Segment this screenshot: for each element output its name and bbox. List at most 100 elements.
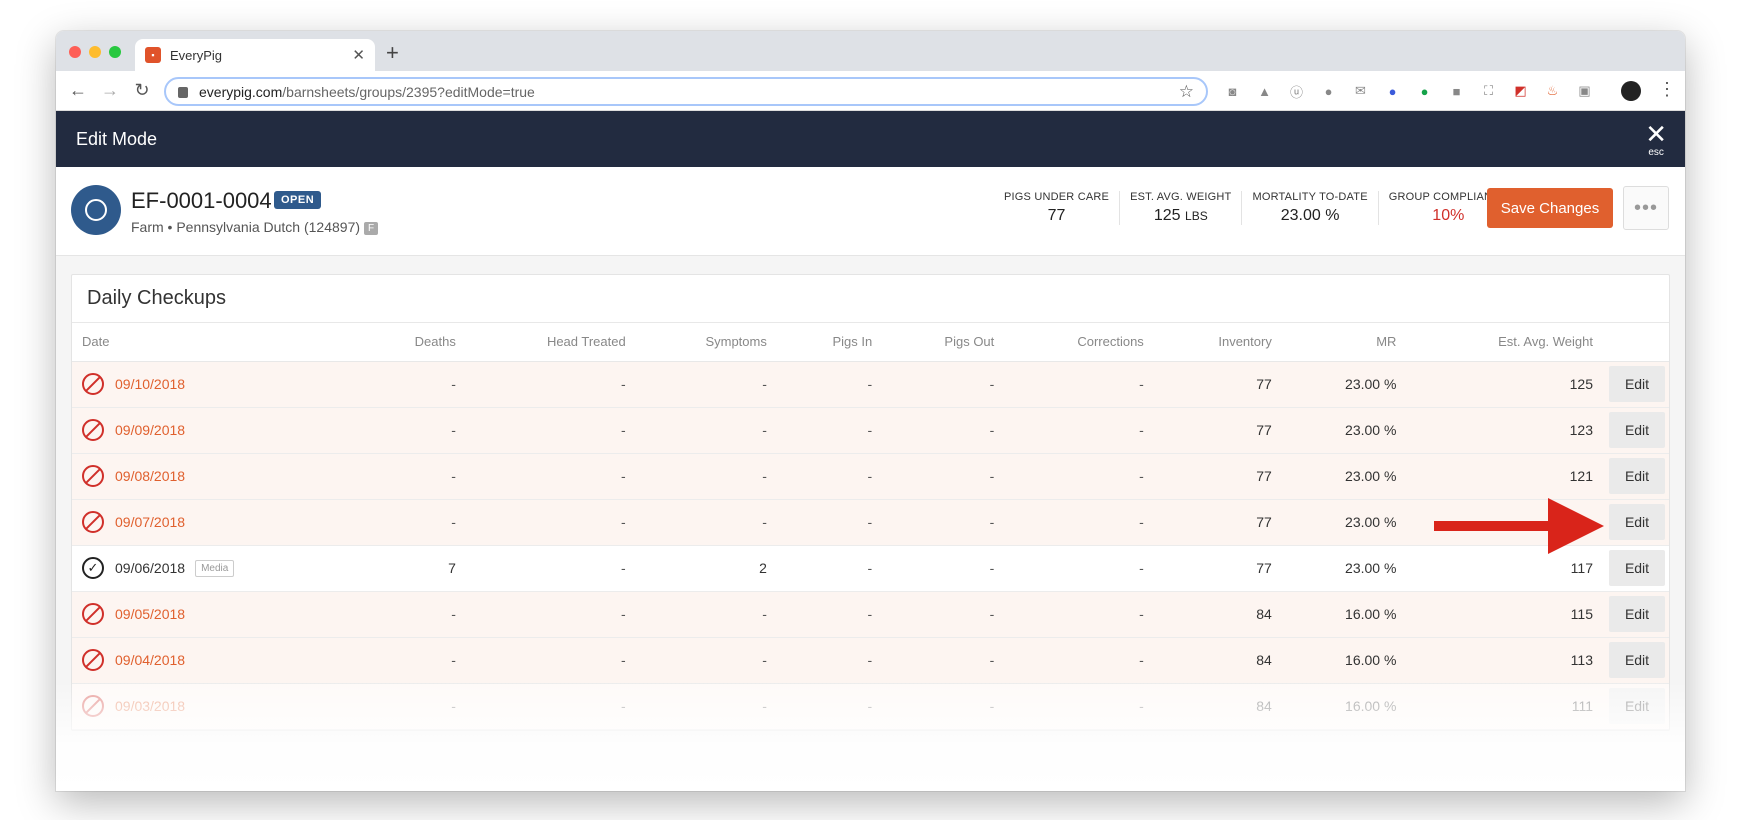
forward-arrow-icon[interactable]: → xyxy=(94,80,126,101)
window-controls xyxy=(69,46,121,58)
checkup-date-link[interactable]: 09/10/2018 xyxy=(115,376,185,392)
cell-date: 09/05/2018 xyxy=(72,591,361,638)
cell-corrections: - xyxy=(1006,361,1156,408)
cell-symptoms: - xyxy=(637,499,779,546)
stat-value: 125 LBS xyxy=(1153,207,1208,224)
cell-inventory: 77 xyxy=(1155,499,1284,546)
column-header-head-treated: Head Treated xyxy=(467,323,638,362)
minimize-window-button[interactable] xyxy=(89,46,101,58)
cell-inventory: 84 xyxy=(1155,637,1284,684)
cell-weight: 115 xyxy=(1408,591,1605,638)
edit-checkup-button[interactable]: Edit xyxy=(1609,550,1665,586)
cell-deaths: - xyxy=(360,591,468,638)
edit-checkup-button[interactable]: Edit xyxy=(1609,458,1665,494)
cell-symptoms: - xyxy=(637,407,779,454)
checkup-date-link[interactable]: 09/08/2018 xyxy=(115,468,185,484)
checkup-date-link[interactable]: 09/04/2018 xyxy=(115,652,185,668)
cell-mr: 23.00 % xyxy=(1283,407,1409,454)
cell-mr: 16.00 % xyxy=(1283,683,1409,730)
daily-checkups-panel: Daily Checkups Date Deaths Head Treated Sym… xyxy=(71,274,1670,731)
cell-deaths: 7 xyxy=(360,545,468,592)
pdf-extension-icon[interactable]: ◩ xyxy=(1510,82,1531,100)
cell-weight: 123 xyxy=(1408,407,1605,454)
exit-edit-mode-button[interactable]: ✕ esc xyxy=(1645,121,1667,158)
checkup-complete-icon: ✓ xyxy=(82,557,104,579)
mail-extension-icon[interactable]: ✉ xyxy=(1350,82,1371,100)
tab-close-icon[interactable]: ✕ xyxy=(352,46,365,64)
address-bar[interactable]: everypig.com /barnsheets/groups/2395?edi… xyxy=(164,77,1208,106)
cell-corrections: - xyxy=(1006,637,1156,684)
cell-deaths: - xyxy=(360,361,468,408)
bookmark-star-icon[interactable]: ☆ xyxy=(1179,82,1194,102)
drive-extension-icon[interactable]: ▲ xyxy=(1254,82,1275,100)
checkup-date-link[interactable]: 09/03/2018 xyxy=(115,698,185,714)
cell-mr: 23.00 % xyxy=(1283,545,1409,592)
profile-avatar[interactable] xyxy=(1621,81,1641,101)
screenshot-extension-icon[interactable]: ⛶ xyxy=(1478,82,1499,100)
cell-head-treated: - xyxy=(467,499,638,546)
cell-date: 09/07/2018 xyxy=(72,499,361,546)
group-name: EF-0001-0004 xyxy=(131,188,272,213)
fire-extension-icon[interactable]: ♨ xyxy=(1542,82,1563,100)
edit-checkup-button[interactable]: Edit xyxy=(1609,366,1665,402)
head-extension-icon[interactable]: ● xyxy=(1318,82,1339,100)
stat-label: PIGS UNDER CARE xyxy=(1004,191,1110,203)
checkup-missed-icon xyxy=(82,649,104,671)
cell-actions: Edit xyxy=(1605,637,1669,684)
grammarly-extension-icon[interactable]: ● xyxy=(1414,82,1435,100)
cell-weight: 113 xyxy=(1408,637,1605,684)
cell-weight: 121 xyxy=(1408,453,1605,500)
edit-checkup-button[interactable]: Edit xyxy=(1609,642,1665,678)
cell-inventory: 84 xyxy=(1155,591,1284,638)
u-extension-icon[interactable]: ⓤ xyxy=(1286,82,1307,100)
cell-weight: 111 xyxy=(1408,683,1605,730)
edit-checkup-button[interactable]: Edit xyxy=(1609,688,1665,724)
cell-actions: Edit xyxy=(1605,407,1669,454)
back-arrow-icon[interactable]: ← xyxy=(62,80,94,101)
checkup-missed-icon xyxy=(82,465,104,487)
close-window-button[interactable] xyxy=(69,46,81,58)
more-options-button[interactable]: ••• xyxy=(1623,186,1669,230)
reload-icon[interactable]: ↻ xyxy=(126,80,158,101)
column-header-mr: MR xyxy=(1283,323,1409,362)
cell-pigs-out: - xyxy=(884,591,1007,638)
cell-mr: 16.00 % xyxy=(1283,637,1409,684)
browser-menu-icon[interactable]: ⋮ xyxy=(1658,79,1676,100)
v-extension-icon[interactable]: ● xyxy=(1382,82,1403,100)
cell-symptoms: - xyxy=(637,453,779,500)
esc-label: esc xyxy=(1648,147,1664,158)
table-header-row: Date Deaths Head Treated Symptoms Pigs In Pig… xyxy=(72,323,1669,362)
save-changes-button[interactable]: Save Changes xyxy=(1487,188,1613,228)
cell-pigs-out: - xyxy=(884,637,1007,684)
edit-checkup-button[interactable]: Edit xyxy=(1609,412,1665,448)
edit-checkup-button[interactable]: Edit xyxy=(1609,596,1665,632)
checkup-date-link[interactable]: 09/05/2018 xyxy=(115,606,185,622)
cell-symptoms: 2 xyxy=(637,545,779,592)
cell-corrections: - xyxy=(1006,683,1156,730)
column-header-inventory: Inventory xyxy=(1155,323,1284,362)
farm-info: Farm • Pennsylvania Dutch (124897) xyxy=(131,219,361,235)
browser-tab[interactable]: ▪ EveryPig ✕ xyxy=(135,39,375,71)
maximize-window-button[interactable] xyxy=(109,46,121,58)
new-tab-button[interactable]: + xyxy=(386,40,399,66)
c-extension-icon[interactable]: ▣ xyxy=(1574,82,1595,100)
checkups-table: Date Deaths Head Treated Symptoms Pigs In Pig… xyxy=(72,323,1669,730)
stat-label: MORTALITY TO-DATE xyxy=(1252,191,1368,203)
checkup-date-link[interactable]: 09/06/2018 xyxy=(115,560,185,576)
edit-checkup-button[interactable]: Edit xyxy=(1609,504,1665,540)
tab-title: EveryPig xyxy=(170,47,223,63)
checkup-date-link[interactable]: 09/07/2018 xyxy=(115,514,185,530)
checkup-missed-icon xyxy=(82,695,104,717)
cell-pigs-in: - xyxy=(778,407,885,454)
cell-symptoms: - xyxy=(637,591,779,638)
cell-inventory: 77 xyxy=(1155,407,1284,454)
stat-value: 77 xyxy=(1047,207,1066,224)
camera-extension-icon[interactable]: ◙ xyxy=(1222,82,1243,100)
media-badge: Media xyxy=(195,559,235,577)
cell-actions: Edit xyxy=(1605,453,1669,500)
checkup-date-link[interactable]: 09/09/2018 xyxy=(115,422,185,438)
cell-pigs-in: - xyxy=(778,361,885,408)
k-extension-icon[interactable]: ■ xyxy=(1446,82,1467,100)
url-path: /barnsheets/groups/2395?editMode=true xyxy=(282,83,535,100)
cell-date: 09/10/2018 xyxy=(72,361,361,408)
